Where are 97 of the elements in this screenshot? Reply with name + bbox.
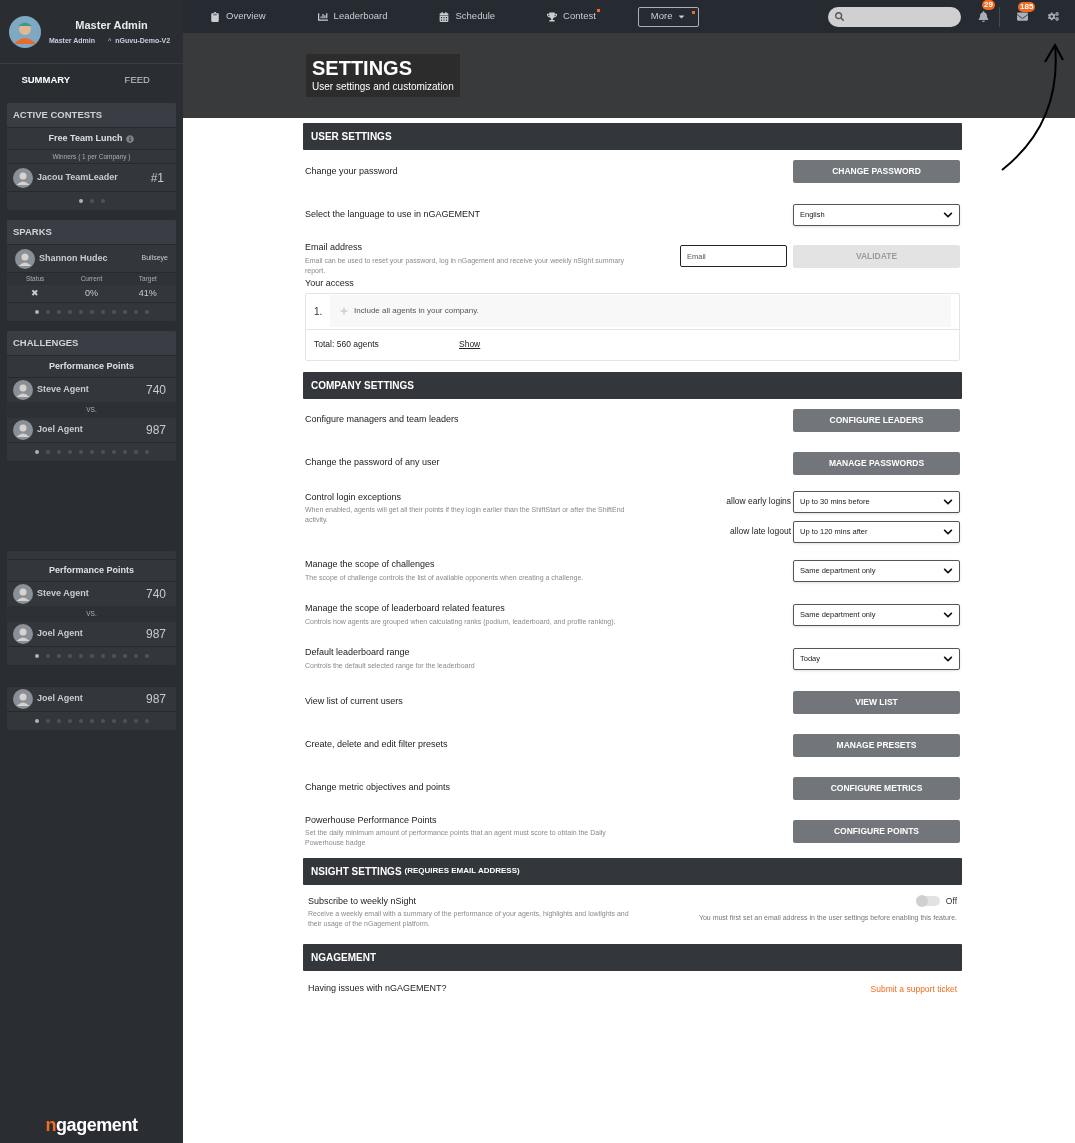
action-button[interactable]: CONFIGURE POINTS [793,819,960,843]
contest-name: Free Team Lunch [48,131,123,145]
setting-label: Email address [305,241,364,254]
plus-icon[interactable] [340,307,348,315]
toggle-state: Off [945,894,957,908]
player-name: Joel Agent [37,692,83,706]
notification-badge: 29 [982,0,995,10]
avatar [13,420,33,440]
setting-label: Configure managers and team leaders [305,413,460,427]
chevron-icon [943,210,953,220]
card-title: ACTIVE CONTESTS [13,107,103,122]
player-name: Steve Agent [37,383,89,397]
chevron-icon [943,496,953,507]
search-field[interactable] [828,6,961,27]
setting-label: Default leaderboard range [305,646,411,660]
setting-label: Change the password of any user [305,456,441,470]
setting-label: Create, delete and edit filter presets [305,738,449,752]
section-title: NGAGEMENT [311,951,376,965]
select-label: allow late logout [730,525,791,538]
winner-rank: #1 [150,169,164,187]
spark-value: ✖ [30,286,41,300]
setting-label: Manage the scope of challenges [305,558,436,572]
page-title: SETTINGS [312,57,413,79]
section-note: (REQUIRES EMAIL ADDRESS) [404,865,520,877]
setting-label: Change your password [305,164,399,178]
action-button[interactable]: CONFIGURE LEADERS [793,408,960,432]
chevron-icon [943,609,953,620]
setting-label: Select the language to use in nGAGEMENT [305,208,482,222]
caret-icon [676,12,686,21]
spark-person: Shannon Hudec [39,251,108,265]
settings-icon[interactable] [1048,11,1059,22]
search-icon [835,12,844,21]
info-icon[interactable] [126,134,135,143]
card-title: SPARKS [13,224,52,239]
section-title: COMPANY SETTINGS [311,378,414,393]
page-subtitle: User settings and customization [312,80,454,94]
setting-label: Powerhouse Performance Points [305,813,438,827]
notifications-icon[interactable] [978,11,989,22]
sidebar-tab[interactable]: FEED [91,73,183,88]
challenge-name: Performance Points [49,359,134,373]
more-button[interactable]: More [637,6,699,27]
player-score: 987 [145,422,166,439]
item-number: 1. [314,304,324,319]
agents-total: Total: 560 agents [314,338,380,351]
avatar [15,248,35,269]
nav-link[interactable]: Leaderboard [317,9,388,24]
setting-label: Control login exceptions [305,490,403,504]
player-name: Joel Agent [37,423,83,437]
action-button[interactable]: VIEW LIST [793,690,960,714]
player-score: 740 [145,382,166,399]
action-button[interactable]: MANAGE PRESETS [793,733,960,757]
chevron-icon [943,565,953,576]
bar-chart-icon [317,11,328,22]
player-score: 987 [145,691,166,708]
setting-label: Your access [305,277,355,290]
chevron-icon [943,526,953,537]
action-button[interactable]: CHANGE PASSWORD [793,160,960,183]
card-title: CHALLENGES [13,335,79,350]
spark-value: 0% [84,286,99,300]
section-title: NSIGHT SETTINGS [311,864,402,879]
setting-label: Having issues with nGAGEMENT? [308,982,447,996]
setting-label: Subscribe to weekly nSight [308,894,418,908]
setting-label: Manage the scope of leaderboard related features [305,602,506,616]
avatar [13,624,33,644]
player-name: Steve Agent [37,587,89,601]
trophy-icon [547,11,558,22]
nav-link[interactable]: Schedule [439,9,496,24]
profile-name: Master Admin [74,17,149,33]
profile-avatar [9,15,41,48]
nav-link[interactable]: Contest [547,9,596,24]
avatar [13,380,33,400]
show-link[interactable]: Show [459,338,481,351]
app-logo: ngagement [45,1114,138,1137]
calendar-icon [439,11,450,22]
winner-name: Jacou TeamLeader [37,170,118,184]
sidebar-tab[interactable]: SUMMARY [0,73,92,88]
toggle-switch[interactable] [915,895,940,906]
avatar [13,584,33,604]
nav-link[interactable]: Overview [210,9,266,24]
player-name: Joel Agent [37,627,83,641]
clipboard-icon [210,11,220,22]
spark-value: 41% [137,286,158,300]
player-score: 987 [145,626,166,643]
player-score: 740 [145,586,166,603]
messages-icon[interactable] [1017,11,1028,22]
avatar [13,689,33,709]
chevron-icon [943,653,953,664]
avatar [13,167,33,188]
section-title: USER SETTINGS [311,130,392,144]
challenge-name: Performance Points [49,563,134,577]
access-rule: Include all agents in your company. [354,305,479,317]
message-badge: 185 [1018,2,1036,12]
setting-label: Change metric objectives and points [305,781,452,795]
select-label: allow early logins [726,495,791,508]
setting-label: View list of current users [305,695,404,709]
action-button[interactable]: MANAGE PASSWORDS [793,451,960,475]
action-button[interactable]: CONFIGURE METRICS [793,776,960,800]
